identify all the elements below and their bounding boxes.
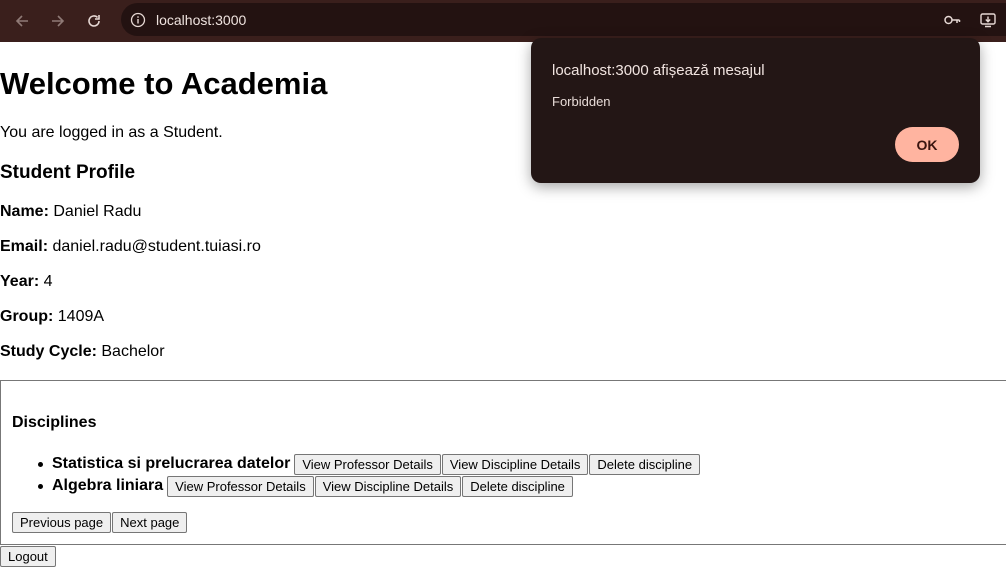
discipline-name: Statistica si prelucrarea datelor xyxy=(52,455,291,472)
discipline-name: Algebra liniara xyxy=(52,477,164,494)
address-bar[interactable]: localhost:3000 xyxy=(121,3,1006,36)
view-professor-button[interactable]: View Professor Details xyxy=(294,453,441,475)
back-arrow-icon[interactable] xyxy=(4,3,40,39)
profile-year: Year: 4 xyxy=(0,272,53,292)
disciplines-heading: Disciplines xyxy=(12,414,97,431)
previous-page-button[interactable]: Previous page xyxy=(12,512,112,533)
url-text[interactable]: localhost:3000 xyxy=(156,12,246,28)
password-key-icon[interactable] xyxy=(934,11,970,29)
next-page-button[interactable]: Next page xyxy=(112,512,188,533)
profile-heading: Student Profile xyxy=(0,162,136,183)
ok-button[interactable]: OK xyxy=(895,127,959,162)
site-info-icon[interactable] xyxy=(127,9,149,31)
pagination: Previous page Next page xyxy=(12,512,188,533)
list-item: Statistica si prelucrarea datelor View P… xyxy=(1,453,701,475)
view-discipline-button[interactable]: View Discipline Details xyxy=(441,453,589,475)
delete-discipline-button[interactable]: Delete discipline xyxy=(589,453,701,475)
email-label: Email: xyxy=(0,238,49,255)
page-title: Welcome to Academia xyxy=(0,66,328,101)
email-value: daniel.radu@student.tuiasi.ro xyxy=(52,238,261,255)
year-value: 4 xyxy=(43,273,53,290)
year-label: Year: xyxy=(0,273,40,290)
view-professor-button[interactable]: View Professor Details xyxy=(167,475,314,497)
name-label: Name: xyxy=(0,203,49,220)
name-value: Daniel Radu xyxy=(53,203,142,220)
role-text: You are logged in as a Student. xyxy=(0,124,223,141)
list-item: Algebra liniara View Professor Details V… xyxy=(1,475,701,497)
group-label: Group: xyxy=(0,308,54,325)
alert-dialog: localhost:3000 afișează mesajul Forbidde… xyxy=(531,38,980,183)
reload-icon[interactable] xyxy=(76,3,112,39)
profile-name: Name: Daniel Radu xyxy=(0,202,141,222)
browser-toolbar: localhost:3000 xyxy=(0,0,1006,42)
disciplines-section: Disciplines Statistica si prelucrarea da… xyxy=(0,380,1006,545)
study-cycle-value: Bachelor xyxy=(101,343,165,360)
logout-button[interactable]: Logout xyxy=(0,546,56,567)
install-app-icon[interactable] xyxy=(970,11,1006,29)
study-cycle-label: Study Cycle: xyxy=(0,343,97,360)
view-discipline-button[interactable]: View Discipline Details xyxy=(314,475,462,497)
profile-email: Email: daniel.radu@student.tuiasi.ro xyxy=(0,237,261,257)
group-value: 1409A xyxy=(57,308,105,325)
forward-arrow-icon[interactable] xyxy=(40,3,76,39)
profile-group: Group: 1409A xyxy=(0,307,104,327)
dialog-message: Forbidden xyxy=(552,94,611,109)
disciplines-list: Statistica si prelucrarea datelor View P… xyxy=(1,453,701,497)
profile-study-cycle: Study Cycle: Bachelor xyxy=(0,342,165,362)
dialog-title: localhost:3000 afișează mesajul xyxy=(552,62,765,79)
delete-discipline-button[interactable]: Delete discipline xyxy=(462,475,573,497)
